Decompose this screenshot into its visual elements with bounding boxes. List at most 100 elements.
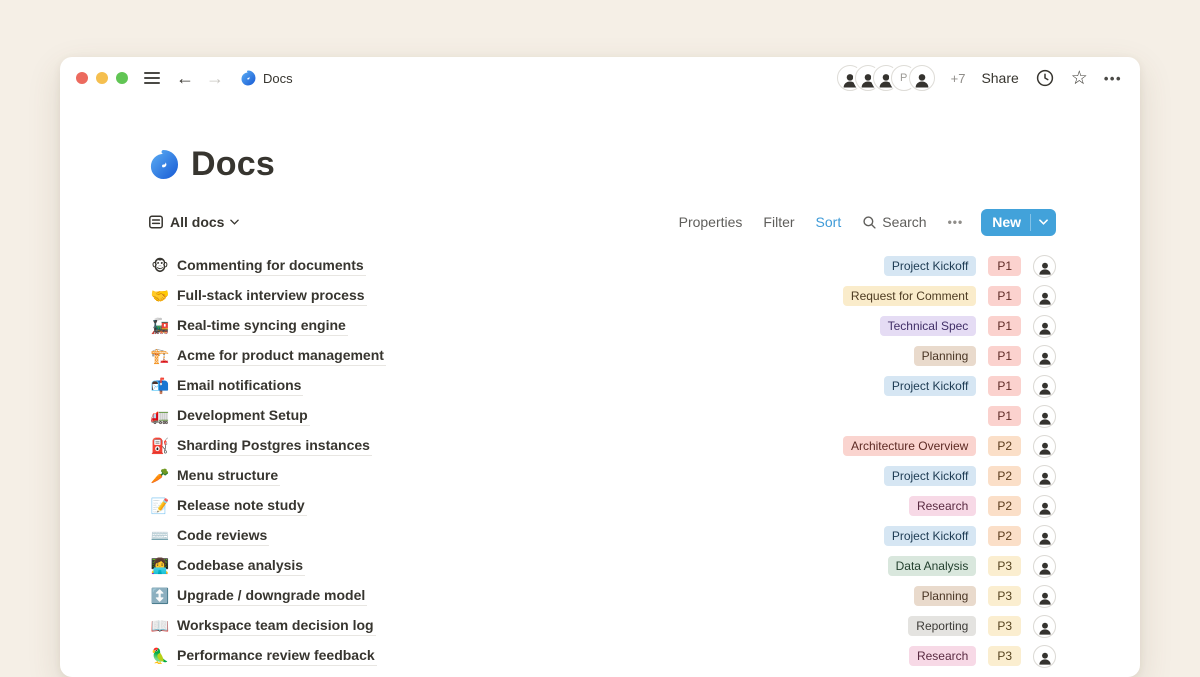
table-row[interactable]: ↕️ Upgrade / downgrade model Planning P3 — [148, 581, 1056, 611]
doc-emoji: 🥕 — [148, 469, 172, 484]
table-row[interactable]: 📝 Release note study Research P2 — [148, 491, 1056, 521]
view-options-icon[interactable]: ••• — [948, 215, 964, 229]
docs-logo-icon — [148, 149, 179, 180]
doc-tag: Technical Spec — [880, 316, 977, 336]
window-titlebar: ← → Docs P +7 Share ☆ ••• — [60, 57, 1140, 99]
doc-title[interactable]: Real-time syncing engine — [177, 317, 348, 336]
doc-title[interactable]: Menu structure — [177, 467, 280, 486]
favorite-star-icon[interactable]: ☆ — [1071, 69, 1088, 88]
table-row[interactable]: 👩‍💻 Codebase analysis Data Analysis P3 — [148, 551, 1056, 581]
doc-title[interactable]: Workspace team decision log — [177, 617, 376, 636]
priority-tag: P3 — [988, 586, 1021, 606]
table-row[interactable]: 🦜 Performance review feedback Research P… — [148, 641, 1056, 671]
row-tags: Project Kickoff P1 — [884, 255, 1056, 278]
doc-title[interactable]: Commenting for documents — [177, 257, 366, 276]
row-tags: Research P2 — [909, 495, 1056, 518]
doc-title[interactable]: Acme for product management — [177, 347, 386, 366]
doc-emoji: 🏗️ — [148, 349, 172, 364]
table-row[interactable]: ⌨️ Code reviews Project Kickoff P2 — [148, 521, 1056, 551]
filter-button[interactable]: Filter — [763, 214, 794, 230]
priority-tag: P2 — [988, 436, 1021, 456]
assignee-avatar — [1033, 465, 1056, 488]
search-icon — [862, 215, 877, 230]
breadcrumb[interactable]: Docs — [240, 70, 293, 86]
doc-title[interactable]: Performance review feedback — [177, 647, 377, 666]
row-tags: Reporting P3 — [908, 615, 1056, 638]
avatar-overflow-count: +7 — [951, 71, 966, 86]
row-tags: P1 — [988, 405, 1056, 428]
assignee-avatar — [1033, 435, 1056, 458]
chevron-down-icon — [230, 219, 239, 225]
doc-title[interactable]: Code reviews — [177, 527, 269, 546]
priority-tag: P1 — [988, 256, 1021, 276]
table-row[interactable]: 🚂 Real-time syncing engine Technical Spe… — [148, 311, 1056, 341]
forward-arrow-icon[interactable]: → — [206, 69, 224, 87]
new-button[interactable]: New — [981, 209, 1056, 236]
assignee-avatar — [1033, 495, 1056, 518]
search-button[interactable]: Search — [862, 214, 926, 230]
row-tags: Data Analysis P3 — [888, 555, 1056, 578]
priority-tag: P1 — [988, 376, 1021, 396]
view-selector-label: All docs — [170, 214, 224, 230]
view-selector[interactable]: All docs — [148, 214, 239, 230]
doc-tag: Research — [909, 496, 976, 516]
doc-tag: Request for Comment — [843, 286, 976, 306]
table-row[interactable]: 🥕 Menu structure Project Kickoff P2 — [148, 461, 1056, 491]
doc-tag: Data Analysis — [888, 556, 977, 576]
assignee-avatar — [1033, 375, 1056, 398]
assignee-avatar — [1033, 315, 1056, 338]
doc-emoji: 🚂 — [148, 319, 172, 334]
doc-emoji: 📝 — [148, 499, 172, 514]
row-tags: Planning P1 — [914, 345, 1056, 368]
list-view-icon — [148, 214, 164, 230]
assignee-avatar — [1033, 615, 1056, 638]
priority-tag: P1 — [988, 406, 1021, 426]
zoom-window-button[interactable] — [116, 72, 128, 84]
properties-button[interactable]: Properties — [679, 214, 743, 230]
share-button[interactable]: Share — [981, 70, 1018, 86]
new-dropdown-chevron-icon[interactable] — [1031, 219, 1056, 225]
table-row[interactable]: ⛽ Sharding Postgres instances Architectu… — [148, 431, 1056, 461]
breadcrumb-title: Docs — [263, 71, 293, 86]
doc-title[interactable]: Sharding Postgres instances — [177, 437, 372, 456]
titlebar-avatar-stack[interactable]: P — [837, 65, 935, 91]
doc-tag: Architecture Overview — [843, 436, 976, 456]
doc-tag: Planning — [914, 586, 977, 606]
sort-button[interactable]: Sort — [816, 214, 842, 230]
table-row[interactable]: 🏗️ Acme for product management Planning … — [148, 341, 1056, 371]
row-tags: Project Kickoff P1 — [884, 375, 1056, 398]
doc-title[interactable]: Email notifications — [177, 377, 303, 396]
back-arrow-icon[interactable]: ← — [176, 69, 194, 87]
assignee-avatar — [1033, 345, 1056, 368]
doc-title[interactable]: Codebase analysis — [177, 557, 305, 576]
more-options-icon[interactable]: ••• — [1104, 71, 1122, 86]
table-row[interactable]: 📬 Email notifications Project Kickoff P1 — [148, 371, 1056, 401]
row-tags: Project Kickoff P2 — [884, 465, 1056, 488]
doc-emoji: 📬 — [148, 379, 172, 394]
doc-title[interactable]: Development Setup — [177, 407, 310, 426]
doc-emoji: ↕️ — [148, 589, 172, 604]
priority-tag: P3 — [988, 556, 1021, 576]
table-row[interactable]: 🚛 Development Setup P1 — [148, 401, 1056, 431]
doc-title[interactable]: Upgrade / downgrade model — [177, 587, 367, 606]
sidebar-menu-icon[interactable] — [144, 72, 160, 84]
doc-tag: Reporting — [908, 616, 976, 636]
priority-tag: P1 — [988, 286, 1021, 306]
priority-tag: P3 — [988, 616, 1021, 636]
doc-title[interactable]: Release note study — [177, 497, 307, 516]
row-tags: Technical Spec P1 — [880, 315, 1056, 338]
doc-title[interactable]: Full-stack interview process — [177, 287, 367, 306]
priority-tag: P1 — [988, 346, 1021, 366]
assignee-avatar — [1033, 285, 1056, 308]
doc-tag: Project Kickoff — [884, 376, 976, 396]
user-avatar — [909, 65, 935, 91]
close-window-button[interactable] — [76, 72, 88, 84]
doc-emoji: 📖 — [148, 619, 172, 634]
history-clock-icon[interactable] — [1035, 68, 1055, 88]
traffic-lights — [76, 72, 128, 84]
table-row[interactable]: 📖 Workspace team decision log Reporting … — [148, 611, 1056, 641]
assignee-avatar — [1033, 645, 1056, 668]
table-row[interactable]: 🤝 Full-stack interview process Request f… — [148, 281, 1056, 311]
minimize-window-button[interactable] — [96, 72, 108, 84]
table-row[interactable]: 🐵 Commenting for documents Project Kicko… — [148, 251, 1056, 281]
